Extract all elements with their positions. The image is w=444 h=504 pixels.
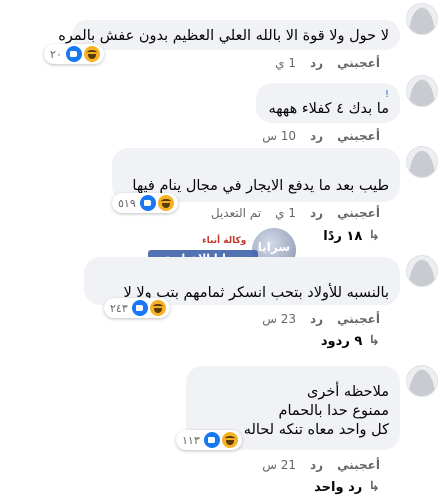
like-reaction-icon [131, 300, 148, 316]
comment-time[interactable]: 1 ي [275, 206, 296, 220]
commenter-avatar[interactable] [406, 255, 438, 287]
comment-line: ملاحظه أخرى [306, 384, 389, 400]
comment-time[interactable]: 10 س [262, 129, 296, 143]
reaction-summary[interactable]: ٢٤٣ [104, 298, 170, 318]
commenter-name[interactable] [197, 373, 389, 383]
reply-arrow-icon: ↳ [368, 479, 380, 495]
reaction-summary[interactable]: ٢٠ [44, 44, 104, 64]
haha-reaction-icon [83, 46, 100, 62]
view-replies-link[interactable]: ↳ رد واحد [314, 479, 380, 495]
like-link[interactable]: أعجبني [337, 458, 380, 472]
reaction-count: ٥١٩ [118, 196, 136, 210]
view-replies-link[interactable]: ↳ ١٨ ردًا [323, 228, 380, 244]
watermark-tagline: وكالة أنباء [200, 236, 249, 246]
reply-link[interactable]: رد [310, 312, 323, 326]
like-link[interactable]: أعجبني [337, 56, 380, 70]
like-link[interactable]: أعجبني [337, 129, 380, 143]
reaction-summary[interactable]: ١١٣ [176, 430, 242, 450]
view-replies-link[interactable]: ↳ ٩ ردود [321, 333, 380, 349]
haha-reaction-icon [221, 432, 238, 448]
comment-line: ممنوع حدا بالحمام [278, 403, 390, 419]
reply-link[interactable]: رد [310, 129, 323, 143]
like-reaction-icon [65, 46, 82, 62]
like-reaction-icon [139, 195, 156, 211]
commenter-name[interactable]: ! [267, 90, 389, 100]
comment-text: ما بدك ٤ كفلاء هههه [268, 101, 389, 117]
comment-bubble: ! ما بدك ٤ كفلاء هههه [256, 83, 400, 123]
comment-bubble: لا حول ولا قوة الا بالله العلي العظيم بد… [58, 20, 400, 50]
comment-time[interactable]: 23 س [262, 312, 296, 326]
comment-time[interactable]: 1 ي [275, 56, 296, 70]
replies-count-label: ١٨ ردًا [323, 228, 363, 244]
reaction-summary[interactable]: ٥١٩ [112, 193, 178, 213]
comment-text: لا حول ولا قوة الا بالله العلي العظيم بد… [58, 28, 389, 44]
replies-count-label: ٩ ردود [320, 333, 363, 349]
comment-actions: أعجبني رد 1 ي تم التعديل [211, 206, 380, 220]
like-link[interactable]: أعجبني [337, 206, 380, 220]
comment-time[interactable]: 21 س [262, 458, 296, 472]
reply-link[interactable]: رد [310, 458, 323, 472]
reaction-count: ١١٣ [182, 433, 200, 447]
reply-arrow-icon: ↳ [368, 228, 380, 244]
replies-count-label: رد واحد [314, 479, 363, 495]
haha-reaction-icon [149, 300, 166, 316]
reaction-count: ٢٤٣ [110, 301, 128, 315]
commenter-avatar[interactable] [406, 3, 438, 35]
comment-actions: أعجبني رد 10 س [262, 129, 380, 143]
edited-label: تم التعديل [210, 206, 262, 220]
comment-actions: أعجبني رد 21 س [262, 458, 380, 472]
reply-arrow-icon: ↳ [368, 333, 380, 349]
reply-link[interactable]: رد [310, 56, 323, 70]
commenter-avatar[interactable] [406, 146, 438, 178]
watermark-logo-text: سرايا [257, 240, 291, 254]
like-link[interactable]: أعجبني [337, 312, 380, 326]
reaction-count: ٢٠ [50, 47, 62, 61]
comment-actions: أعجبني رد 23 س [262, 312, 380, 326]
commenter-avatar[interactable] [406, 365, 438, 397]
commenter-name[interactable] [123, 155, 389, 165]
haha-reaction-icon [157, 195, 174, 211]
like-reaction-icon [203, 432, 220, 448]
reply-link[interactable]: رد [310, 206, 323, 220]
comment-actions: أعجبني رد 1 ي [275, 56, 380, 70]
commenter-avatar[interactable] [406, 75, 438, 107]
